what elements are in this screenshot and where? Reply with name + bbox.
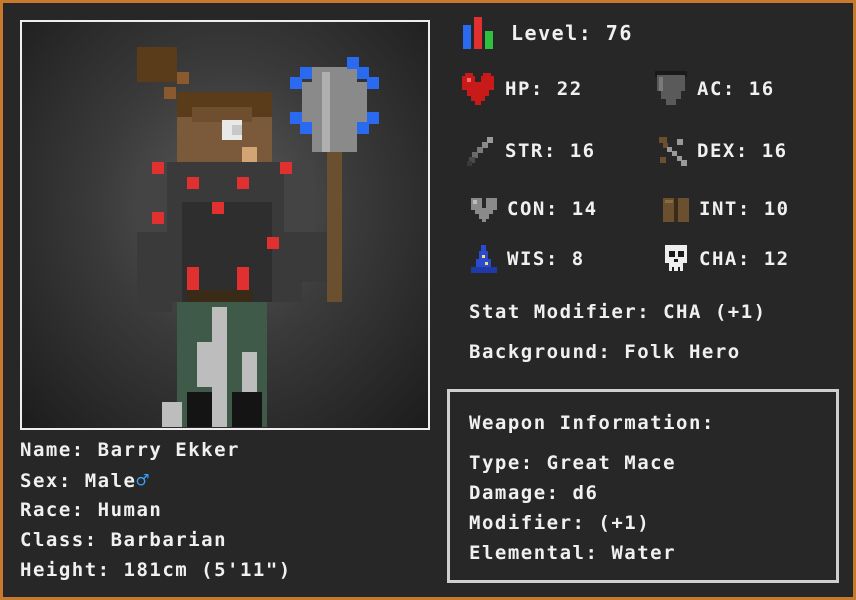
ac-stat: AC: 16 bbox=[653, 69, 775, 109]
shield-icon bbox=[655, 71, 687, 105]
grey-heart-icon bbox=[471, 198, 497, 222]
background-label: Background: Folk Hero bbox=[469, 341, 741, 363]
ac-label: AC: 16 bbox=[697, 78, 775, 100]
stat-modifier-label: Stat Modifier: CHA (+1) bbox=[469, 301, 767, 323]
weapon-info-panel: Weapon Information: Type: Great Mace Dam… bbox=[447, 389, 839, 583]
character-portrait bbox=[20, 20, 430, 430]
height-label: Height: 181cm (5'11") bbox=[20, 559, 292, 581]
name-label: Name: Barry Ekker bbox=[20, 439, 240, 461]
weapon-type-label: Type: Great Mace bbox=[469, 452, 677, 474]
level-row: Level: 76 bbox=[461, 11, 633, 55]
bar-chart-icon bbox=[463, 17, 493, 49]
race-label: Race: Human bbox=[20, 499, 163, 521]
int-stat: INT: 10 bbox=[661, 189, 790, 229]
con-stat: CON: 14 bbox=[469, 189, 598, 229]
barbarian-sprite bbox=[137, 47, 379, 427]
wis-label: WIS: 8 bbox=[507, 248, 585, 270]
hp-stat: HP: 22 bbox=[459, 69, 583, 109]
cha-stat: CHA: 12 bbox=[661, 239, 790, 279]
character-sheet: Name: Barry Ekker Sex: Male♂ Race: Human… bbox=[0, 0, 856, 600]
con-label: CON: 14 bbox=[507, 198, 598, 220]
wizard-hat-icon bbox=[471, 245, 497, 273]
str-label: STR: 16 bbox=[505, 140, 596, 162]
sex-label: Sex: Male bbox=[20, 470, 137, 492]
weapon-modifier-label: Modifier: (+1) bbox=[469, 512, 651, 534]
weapon-damage-label: Damage: d6 bbox=[469, 482, 599, 504]
hp-label: HP: 22 bbox=[505, 78, 583, 100]
cha-label: CHA: 12 bbox=[699, 248, 790, 270]
int-label: INT: 10 bbox=[699, 198, 790, 220]
class-label: Class: Barbarian bbox=[20, 529, 228, 551]
crossbow-icon bbox=[659, 137, 687, 166]
book-icon bbox=[663, 198, 689, 222]
sex-row: Sex: Male♂ bbox=[20, 465, 292, 495]
level-label: Level: 76 bbox=[511, 21, 633, 45]
sword-icon bbox=[467, 137, 493, 166]
str-stat: STR: 16 bbox=[465, 131, 596, 171]
dex-stat: DEX: 16 bbox=[657, 131, 788, 171]
dex-label: DEX: 16 bbox=[697, 140, 788, 162]
male-symbol-icon: ♂ bbox=[136, 468, 150, 492]
character-info: Name: Barry Ekker Sex: Male♂ Race: Human… bbox=[20, 435, 292, 585]
weapon-info-heading: Weapon Information: bbox=[469, 412, 715, 434]
wis-stat: WIS: 8 bbox=[469, 239, 585, 279]
skull-icon bbox=[665, 245, 687, 271]
heart-icon bbox=[462, 73, 494, 105]
weapon-elemental-label: Elemental: Water bbox=[469, 542, 677, 564]
